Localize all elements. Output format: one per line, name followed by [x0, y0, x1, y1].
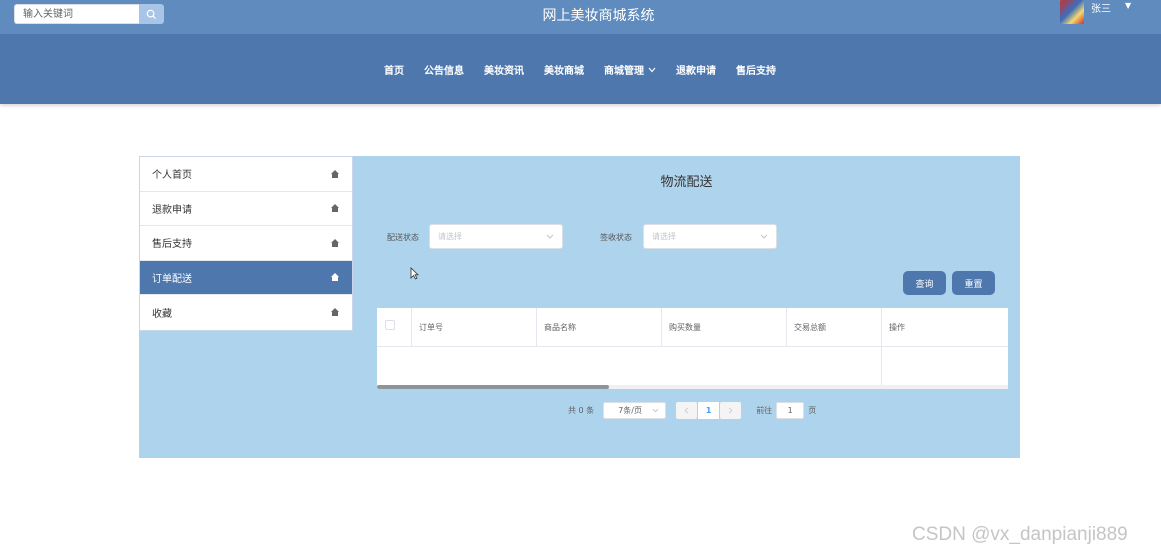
nav-item-label: 公告信息	[424, 66, 464, 77]
sidebar-item-personal-home[interactable]: 个人首页	[140, 157, 352, 192]
receipt-status-select[interactable]: 请选择	[643, 224, 777, 249]
sidebar-item-label: 个人首页	[152, 170, 192, 182]
mouse-cursor-icon	[410, 267, 419, 280]
column-header: 购买数量	[662, 308, 787, 347]
sidebar-item-label: 订单配送	[152, 273, 192, 285]
nav-item-beauty-mall[interactable]: 美妆商城	[544, 62, 584, 77]
home-icon	[331, 238, 339, 247]
user-menu[interactable]: 张三 ▼	[1060, 0, 1131, 24]
page-number-current[interactable]: 1	[698, 402, 720, 419]
chevron-down-icon	[546, 234, 554, 239]
nav-item-home[interactable]: 首页	[384, 62, 404, 77]
avatar[interactable]	[1060, 0, 1084, 24]
select-all-checkbox[interactable]	[385, 319, 395, 330]
reset-button[interactable]: 重置	[952, 271, 995, 295]
home-icon	[331, 308, 339, 317]
prev-page-button[interactable]	[676, 402, 698, 419]
goto-page-input[interactable]: 1	[776, 402, 805, 419]
goto-prefix: 前往	[756, 406, 773, 415]
sidebar-item-refund-request[interactable]: 退款申请	[140, 191, 352, 226]
home-icon	[331, 169, 339, 178]
select-placeholder: 请选择	[652, 232, 676, 241]
nav-item-beauty-news[interactable]: 美妆资讯	[484, 62, 524, 77]
horizontal-scrollbar[interactable]	[377, 385, 1008, 389]
content-panel: 个人首页 退款申请 售后支持 订单配送 收藏 物流配送 配送状态 请选择 签收状…	[139, 156, 1020, 458]
watermark: CSDN @vx_danpianji889	[912, 524, 1128, 545]
chevron-down-icon	[648, 67, 656, 72]
nav-item-label: 美妆资讯	[484, 66, 524, 77]
site-title: 网上美妆商城系统	[542, 8, 655, 24]
scrollbar-thumb[interactable]	[377, 385, 609, 389]
total-count: 共 0 条	[568, 406, 595, 415]
nav-item-label: 商城管理	[604, 66, 644, 77]
column-header: 操作	[889, 323, 905, 332]
column-header: 商品名称	[537, 308, 662, 347]
page-title: 物流配送	[660, 175, 713, 190]
sidebar-item-label: 收藏	[152, 308, 172, 320]
chevron-down-icon	[760, 234, 768, 239]
receipt-status-label: 签收状态	[600, 233, 632, 242]
nav-item-after-sales[interactable]: 售后支持	[736, 62, 776, 77]
top-bar: 网上美妆商城系统 张三 ▼	[0, 0, 1161, 34]
sidebar-item-order-delivery[interactable]: 订单配送	[140, 260, 352, 295]
column-header: 交易总额	[787, 308, 882, 347]
data-table: 订单号 商品名称 购买数量 交易总额 操作	[377, 308, 1008, 389]
side-menu: 个人首页 退款申请 售后支持 订单配送 收藏	[139, 156, 353, 331]
goto-suffix: 页	[808, 406, 817, 415]
username[interactable]: 张三	[1091, 0, 1111, 15]
column-header: 订单号	[412, 308, 537, 347]
select-placeholder: 请选择	[438, 232, 462, 241]
home-icon	[331, 273, 339, 282]
page-size-select[interactable]: 7条/页	[603, 402, 667, 419]
sidebar-item-label: 退款申请	[152, 204, 192, 216]
home-icon	[331, 204, 339, 213]
next-page-button[interactable]	[720, 402, 742, 419]
sidebar-item-label: 售后支持	[152, 239, 192, 251]
delivery-status-select[interactable]: 请选择	[429, 224, 563, 249]
nav-item-label: 退款申请	[676, 66, 716, 77]
chevron-left-icon	[684, 407, 689, 414]
nav-item-mall-management[interactable]: 商城管理	[604, 62, 656, 77]
query-button[interactable]: 查询	[903, 271, 946, 295]
nav-item-label: 首页	[384, 66, 404, 77]
sidebar-item-after-sales[interactable]: 售后支持	[140, 226, 352, 261]
delivery-status-label: 配送状态	[387, 233, 419, 242]
column-divider	[881, 347, 882, 388]
caret-down-icon[interactable]: ▼	[1125, 1, 1131, 10]
table-header: 订单号 商品名称 购买数量 交易总额 操作	[377, 308, 1008, 347]
chevron-down-icon	[652, 408, 659, 413]
chevron-right-icon	[729, 407, 733, 414]
table-body	[377, 347, 1008, 388]
pagination: 共 0 条 7条/页 1 前往 1 页	[568, 402, 816, 419]
nav-item-label: 美妆商城	[544, 66, 584, 77]
main-nav: 首页 公告信息 美妆资讯 美妆商城 商城管理 退款申请 售后支持	[0, 34, 1161, 104]
nav-list: 首页 公告信息 美妆资讯 美妆商城 商城管理 退款申请 售后支持	[384, 62, 776, 77]
sidebar-item-favorites[interactable]: 收藏	[140, 295, 352, 330]
page-size-value: 7条/页	[618, 406, 642, 415]
select-all-cell	[377, 308, 412, 347]
nav-item-refund-request[interactable]: 退款申请	[676, 62, 716, 77]
nav-item-announcements[interactable]: 公告信息	[424, 62, 464, 77]
nav-item-label: 售后支持	[736, 66, 776, 77]
